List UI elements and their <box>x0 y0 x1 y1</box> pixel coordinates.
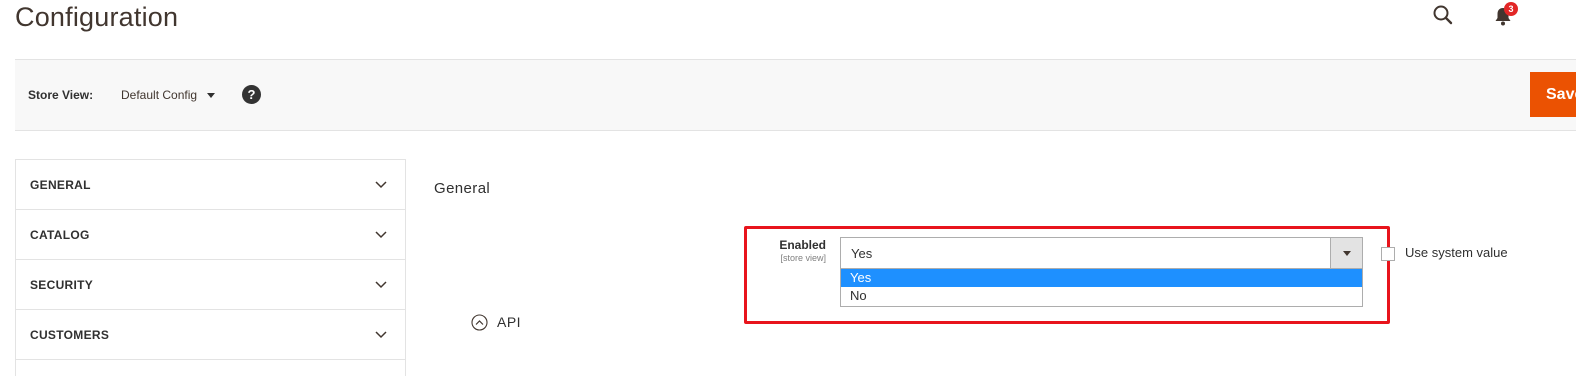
section-title: General <box>434 180 491 197</box>
sidebar-item-general[interactable]: GENERAL <box>16 160 405 210</box>
dropdown-option-yes[interactable]: Yes <box>841 269 1362 287</box>
help-icon[interactable]: ? <box>242 85 261 104</box>
api-section-title[interactable]: API <box>497 314 521 330</box>
chevron-down-icon <box>375 280 387 288</box>
sidebar-item-catalog[interactable]: CATALOG <box>16 210 405 260</box>
use-system-value-label: Use system value <box>1405 245 1508 260</box>
search-icon[interactable] <box>1432 4 1454 26</box>
chevron-down-icon <box>375 230 387 238</box>
notifications-button[interactable]: 3 <box>1494 2 1520 29</box>
store-view-bar: Store View: Default Config ? Save <box>15 59 1576 131</box>
sidebar-item-label: CUSTOMERS <box>30 327 110 342</box>
collapse-circle-icon[interactable] <box>471 314 488 331</box>
caret-down-icon <box>207 92 216 98</box>
enabled-select[interactable]: Yes <box>840 237 1363 269</box>
dropdown-option-no[interactable]: No <box>841 287 1362 305</box>
config-sidebar: GENERAL CATALOG SECURITY CUSTOMERS <box>15 159 406 376</box>
chevron-down-icon <box>375 330 387 338</box>
page-title: Configuration <box>15 2 179 32</box>
sidebar-item-security[interactable]: SECURITY <box>16 260 405 310</box>
sidebar-item-label: CATALOG <box>30 227 90 242</box>
save-config-button[interactable]: Save <box>1530 72 1576 117</box>
use-system-value-checkbox[interactable] <box>1381 247 1395 261</box>
field-label: Enabled <box>779 238 826 252</box>
sidebar-item-customers[interactable]: CUSTOMERS <box>16 310 405 360</box>
sidebar-item-label: GENERAL <box>30 177 91 192</box>
sidebar-item-label: SECURITY <box>30 277 94 292</box>
select-value: Yes <box>851 246 873 261</box>
enabled-field-label: Enabled [store view] <box>750 238 826 263</box>
store-view-value: Default Config <box>121 88 198 102</box>
header-actions: 3 <box>1433 0 1576 34</box>
notification-count-badge: 3 <box>1504 2 1518 16</box>
chevron-down-icon <box>375 180 387 188</box>
store-view-switcher[interactable]: Default Config <box>121 88 216 102</box>
enabled-dropdown-list: Yes No <box>840 269 1363 307</box>
dropdown-arrow-icon[interactable] <box>1330 238 1362 268</box>
field-scope: [store view] <box>780 253 826 263</box>
store-view-label: Store View: <box>28 88 94 102</box>
